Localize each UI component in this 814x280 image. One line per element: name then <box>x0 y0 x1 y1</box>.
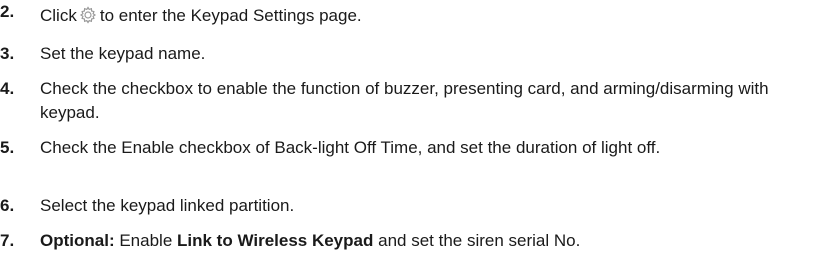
step-4: 4. Check the checkbox to enable the func… <box>0 77 800 125</box>
step-7: 7. Optional: Enable Link to Wireless Key… <box>0 229 800 253</box>
step-2: 2. Click to enter the Keypad Settings pag… <box>0 2 800 28</box>
link-to-wireless-keypad-term: Link to Wireless Keypad <box>177 231 374 250</box>
step-3: 3. Set the keypad name. <box>0 42 800 66</box>
step-text: Select the keypad linked partition. <box>40 196 295 215</box>
gear-settings-icon <box>79 6 97 24</box>
step-number: 3. <box>0 44 15 63</box>
step-6: 6. Select the keypad linked partition. <box>0 194 800 218</box>
step-number: 7. <box>0 231 15 250</box>
step-5: 5. Check the Enable checkbox of Back-lig… <box>0 136 800 160</box>
step-text: Click to enter the Keypad Settings page. <box>40 6 362 25</box>
step-text: Optional: Enable Link to Wireless Keypad… <box>40 231 581 250</box>
step-number: 6. <box>0 196 15 215</box>
step-number: 2. <box>0 2 15 21</box>
step-number: 5. <box>0 138 15 157</box>
step-number: 4. <box>0 79 15 98</box>
step-text: Check the Enable checkbox of Back-light … <box>40 138 661 157</box>
step-text: Check the checkbox to enable the functio… <box>40 79 769 122</box>
step-text: Set the keypad name. <box>40 44 206 63</box>
optional-label: Optional: <box>40 231 115 250</box>
